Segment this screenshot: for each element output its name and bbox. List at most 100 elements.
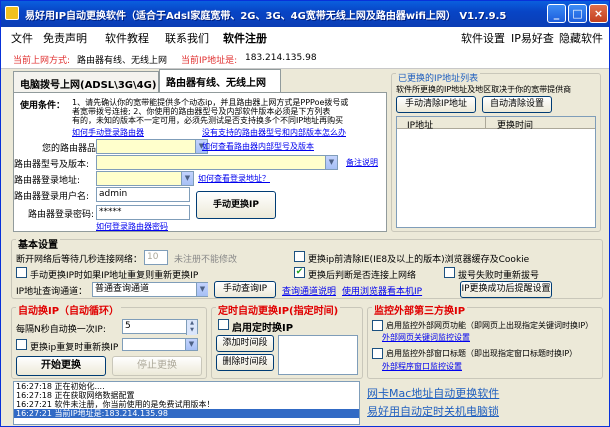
stop-button[interactable]: 停止更换 <box>112 356 202 376</box>
addr-select[interactable]: ▼ <box>96 171 194 186</box>
check-model-link[interactable]: 如何查看路由器内部型号及版本 <box>202 141 314 152</box>
query-label: IP地址查询通道： <box>16 287 88 297</box>
query-help-link[interactable]: 查询通道说明 <box>282 284 336 297</box>
ip-value: 183.214.135.98 <box>245 53 317 63</box>
reconnect-label: 断开网络后等待几秒连接网络： <box>16 255 143 265</box>
addr-label: 路由器登录地址: <box>14 176 81 186</box>
redial-label: 拔号失败时重新拔号 <box>458 271 540 281</box>
tab-dialup[interactable]: 电脑拨号上网(ADSL\3G\4G) <box>13 71 159 92</box>
title-bar[interactable]: 易好用IP自动更换软件（适合于Adsl家庭宽带、2G、3G、4G宽带无线上网及路… <box>1 1 609 27</box>
ip-history-table[interactable]: IP地址 更换时间 <box>396 116 596 228</box>
mac-changer-ad-link[interactable]: 网卡Mac地址自动更换软件 <box>367 385 499 401</box>
model-select[interactable]: ▼ <box>96 155 338 170</box>
ip-label: 当前IP地址是: <box>181 56 238 66</box>
menu-register[interactable]: 软件注册 <box>223 30 267 46</box>
model-label: 路由器型号及版本: <box>14 160 90 170</box>
log-line: 16:27:21 软件未注册，你当前使用的是免费试用版本！ <box>16 400 215 409</box>
window-monitor-link[interactable]: 外部程序窗口监控设置 <box>382 361 462 372</box>
log-line: 16:27:21 当前IP地址是:183.214.135.98 <box>14 409 359 418</box>
unsupported-link[interactable]: 没有支持的路由器型号和内部版本怎么办 <box>202 127 346 138</box>
monitor-group: 监控外部第三方换IP 启用监控外部网页功能（即网页上出现指定关键词时换IP） 外… <box>367 302 603 379</box>
basic-settings-group: 基本设置 断开网络后等待几秒连接网络： 10 未注册不能修改 更换ip前清除IE… <box>11 236 603 299</box>
col-ip[interactable]: IP地址 <box>407 118 433 131</box>
log-box[interactable]: 16:27:18 正在初始化.... 16:27:18 正在获取网络数据配置 1… <box>13 381 360 425</box>
query-ip-button[interactable]: 手动查询IP <box>214 281 276 298</box>
pass-label: 路由器登录密码: <box>28 210 95 220</box>
tab-router[interactable]: 路由器有线、无线上网 <box>159 69 281 93</box>
timed-checkbox[interactable] <box>218 319 229 330</box>
delete-period-button[interactable]: 删除时间段 <box>216 354 274 371</box>
auto-title: 自动换IP（自动循环） <box>16 302 122 317</box>
log-line: 16:27:18 正在获取网络数据配置 <box>16 391 135 400</box>
browser-ip-link[interactable]: 使用浏览器看本机IP <box>342 284 422 297</box>
router-panel: 使用条件： 1、请先确认你的宽带能提供多个动态ip，并且路由器上网方式是PPPo… <box>13 92 387 232</box>
interval-label: 每隔N秒自动换一次IP: <box>16 325 106 335</box>
col-time[interactable]: 更换时间 <box>497 118 533 131</box>
menu-disclaimer[interactable]: 免责声明 <box>43 30 87 46</box>
chevron-down-icon: ▼ <box>185 339 197 350</box>
spinner-arrows-icon[interactable]: ▲ ▼ <box>186 320 197 335</box>
web-monitor-label: 启用监控外部网页功能（即网页上出现指定关键词时换IP） <box>386 321 594 330</box>
clear-ie-label: 更换ip前清除IE(IE8及以上的版本)浏览器缓存及Cookie <box>308 255 530 265</box>
ip-history-group: 已更换的IP地址列表 软件所更换的IP地址及地区取决于你的宽带提供商 手动清除I… <box>391 71 601 232</box>
check-net-checkbox[interactable]: ✔ <box>294 267 305 278</box>
brand-select[interactable]: ▼ <box>96 139 208 154</box>
web-monitor-link[interactable]: 外部网页关键词监控设置 <box>382 332 470 343</box>
app-icon <box>5 6 19 20</box>
user-label: 路由器登录用户名: <box>14 192 90 202</box>
manual-repeat-label: 手动更换IP时如果IP地址重复则重新更换IP <box>30 271 199 281</box>
clear-ip-button[interactable]: 手动清除IP地址 <box>396 96 476 113</box>
redial-checkbox[interactable] <box>444 267 455 278</box>
check-net-label: 更换后判断是否连接上网络 <box>308 271 417 281</box>
menu-ip-lookup[interactable]: IP易好查 <box>511 30 554 46</box>
mode-label: 当前上网方式: <box>13 56 71 66</box>
query-select[interactable]: 普通查询通道 <box>92 282 208 297</box>
auto-clear-button[interactable]: 自动清除设置 <box>482 96 552 113</box>
chevron-down-icon: ▼ <box>181 172 193 185</box>
repeat-label: 更换ip重复时重新换IP <box>30 343 119 353</box>
login-password-link[interactable]: 如何登录路由器密码 <box>96 221 168 232</box>
interval-stepper[interactable]: 5 ▲ ▼ <box>122 319 198 335</box>
timed-label: 启用定时换IP <box>232 323 294 334</box>
window-monitor-checkbox[interactable] <box>372 348 383 359</box>
menu-contact[interactable]: 联系我们 <box>165 30 209 46</box>
basic-title: 基本设置 <box>16 236 60 251</box>
password-field[interactable]: ***** <box>96 205 190 220</box>
chevron-down-icon[interactable]: ▼ <box>196 283 208 296</box>
column-divider <box>485 117 486 128</box>
window-monitor-label: 启用监控外部窗口标题（即出现指定窗口标题时换IP） <box>386 349 578 358</box>
maximize-button[interactable]: □ <box>568 4 587 23</box>
reconnect-field[interactable]: 10 <box>144 250 168 265</box>
repeat-select[interactable]: ▼ <box>122 338 198 351</box>
web-monitor-checkbox[interactable] <box>372 320 383 331</box>
close-button[interactable]: × <box>589 4 608 23</box>
clear-ie-checkbox[interactable] <box>294 251 305 262</box>
username-field[interactable]: admin <box>96 187 190 202</box>
menu-file[interactable]: 文件 <box>11 30 33 46</box>
menu-settings[interactable]: 软件设置 <box>461 30 505 46</box>
remind-settings-button[interactable]: IP更换成功后提醒设置 <box>460 281 552 298</box>
menu-tutorial[interactable]: 软件教程 <box>105 30 149 46</box>
start-button[interactable]: 开始更换 <box>16 356 106 376</box>
log-line: 16:27:18 正在初始化.... <box>16 382 105 391</box>
chevron-down-icon: ▼ <box>325 156 337 169</box>
monitor-title: 监控外部第三方换IP <box>372 302 468 317</box>
time-period-list[interactable] <box>278 335 358 375</box>
repeat-checkbox[interactable] <box>16 339 27 350</box>
menu-hide[interactable]: 隐藏软件 <box>559 30 603 46</box>
minimize-button[interactable]: _ <box>547 4 566 23</box>
history-desc: 软件所更换的IP地址及地区取决于你的宽带提供商 <box>396 85 572 94</box>
timed-change-group: 定时自动更换IP(指定时间) 启用定时换IP 添加时间段 删除时间段 <box>211 302 363 379</box>
main-window: 易好用IP自动更换软件（适合于Adsl家庭宽带、2G、3G、4G宽带无线上网及路… <box>0 0 610 427</box>
status-info-bar: 当前上网方式: 路由器有线、无线上网 当前IP地址是: 183.214.135.… <box>1 47 609 69</box>
remark-link[interactable]: 备注说明 <box>346 157 378 168</box>
add-period-button[interactable]: 添加时间段 <box>216 335 274 352</box>
mode-value: 路由器有线、无线上网 <box>77 56 168 66</box>
how-to-login-link[interactable]: 如何手动登录路由器 <box>72 127 144 138</box>
timed-title: 定时自动更换IP(指定时间) <box>216 302 341 317</box>
check-addr-link[interactable]: 如何查看登录地址？ <box>198 173 270 184</box>
conditions-label: 使用条件： <box>20 101 66 111</box>
manual-change-ip-button[interactable]: 手动更换IP <box>196 191 276 219</box>
shutdown-lock-ad-link[interactable]: 易好用自动定时关机电脑锁 <box>367 403 499 419</box>
manual-repeat-checkbox[interactable] <box>16 267 27 278</box>
